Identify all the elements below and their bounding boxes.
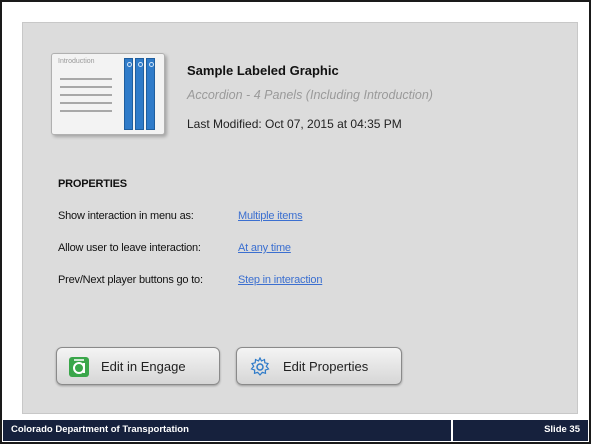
property-label-leave: Allow user to leave interaction:: [58, 242, 201, 254]
property-label-menu: Show interaction in menu as:: [58, 210, 194, 222]
property-label-buttons: Prev/Next player buttons go to:: [58, 274, 203, 286]
edit-properties-label: Edit Properties: [283, 359, 369, 374]
thumbnail-line: [60, 94, 112, 96]
accordion-panel-icon: [135, 58, 144, 130]
engage-icon: [69, 357, 89, 377]
thumbnail-line: [60, 78, 112, 80]
edit-in-engage-button[interactable]: Edit in Engage: [56, 347, 220, 385]
graphic-subtitle: Accordion - 4 Panels (Including Introduc…: [187, 88, 433, 102]
slide-number: Slide 35: [544, 424, 580, 435]
accordion-panel-icon: [146, 58, 155, 130]
edit-in-engage-label: Edit in Engage: [101, 359, 186, 374]
property-link-buttons[interactable]: Step in interaction: [238, 274, 322, 286]
thumbnail-label: Introduction: [58, 58, 95, 65]
property-link-leave[interactable]: At any time: [238, 242, 291, 254]
footer-bar: Colorado Department of Transportation: [3, 420, 451, 441]
thumbnail-line: [60, 102, 112, 104]
graphic-title: Sample Labeled Graphic: [187, 63, 339, 78]
gear-icon: [250, 356, 270, 377]
thumbnail-line: [60, 86, 112, 88]
last-modified: Last Modified: Oct 07, 2015 at 04:35 PM: [187, 117, 402, 131]
edit-properties-button[interactable]: Edit Properties: [236, 347, 402, 385]
graphic-thumbnail: Introduction: [51, 53, 165, 135]
thumbnail-line: [60, 110, 112, 112]
footer-slide-bar: Slide 35: [453, 420, 588, 441]
footer-org: Colorado Department of Transportation: [11, 424, 189, 435]
properties-heading: PROPERTIES: [58, 178, 127, 190]
accordion-panel-icon: [124, 58, 133, 130]
property-link-menu[interactable]: Multiple items: [238, 210, 303, 222]
